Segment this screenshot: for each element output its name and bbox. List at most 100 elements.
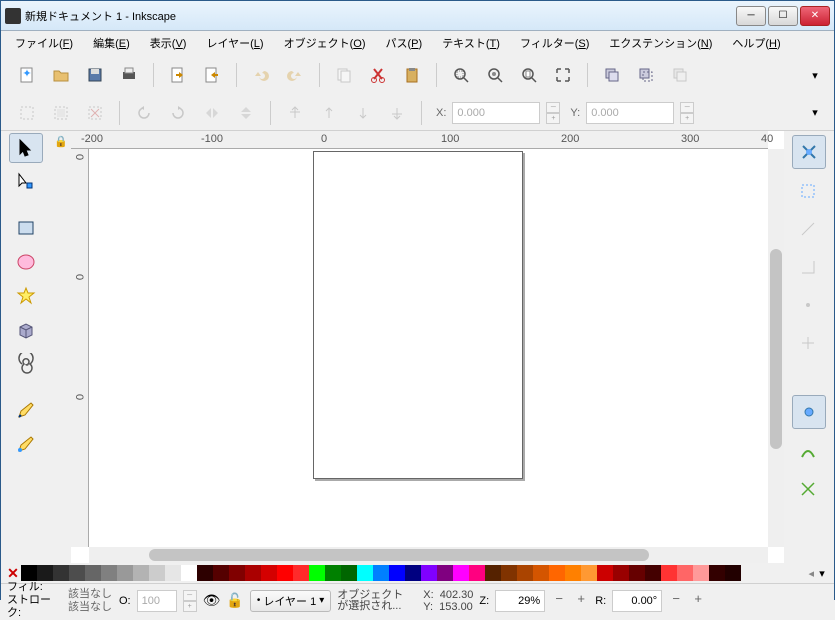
color-swatch[interactable] <box>341 565 357 581</box>
palette-menu[interactable]: ▾ <box>814 567 830 580</box>
menu-layer[interactable]: レイヤー(L) <box>198 32 271 54</box>
fill-stroke-values[interactable]: 該当なし該当なし <box>68 588 113 614</box>
rotate-dec-button[interactable]: − <box>668 591 684 611</box>
menu-file[interactable]: ファイル(F) <box>7 32 81 54</box>
rotate-ccw-button[interactable] <box>130 99 158 127</box>
color-swatch[interactable] <box>421 565 437 581</box>
cut-button[interactable] <box>364 61 392 89</box>
raise-top-button[interactable] <box>281 99 309 127</box>
menu-help[interactable]: ヘルプ(H) <box>724 32 788 54</box>
color-swatch[interactable] <box>469 565 485 581</box>
color-swatch[interactable] <box>85 565 101 581</box>
zoom-drawing-button[interactable] <box>481 61 509 89</box>
menu-object[interactable]: オブジェクト(O) <box>276 32 374 54</box>
paste-button[interactable] <box>398 61 426 89</box>
zoom-out-button[interactable]: − <box>551 591 567 611</box>
import-button[interactable] <box>164 61 192 89</box>
color-swatch[interactable] <box>101 565 117 581</box>
color-swatch[interactable] <box>517 565 533 581</box>
no-fill-swatch[interactable]: ✕ <box>5 565 21 581</box>
undo-button[interactable] <box>247 61 275 89</box>
color-swatch[interactable] <box>485 565 501 581</box>
color-swatch[interactable] <box>309 565 325 581</box>
color-swatch[interactable] <box>549 565 565 581</box>
color-swatch[interactable] <box>501 565 517 581</box>
color-swatch[interactable] <box>661 565 677 581</box>
rotation-input[interactable]: 0.00° <box>612 590 662 612</box>
color-swatch[interactable] <box>677 565 693 581</box>
y-spinner[interactable]: ─+ <box>680 102 694 124</box>
zoom-fit-button[interactable] <box>549 61 577 89</box>
opacity-input[interactable]: 100 <box>137 590 177 612</box>
menu-view[interactable]: 表示(V) <box>142 32 195 54</box>
raise-button[interactable] <box>315 99 343 127</box>
node-tool[interactable] <box>9 167 43 197</box>
3dbox-tool[interactable] <box>9 315 43 345</box>
duplicate-button[interactable] <box>598 61 626 89</box>
snap-bbox[interactable] <box>792 177 826 207</box>
spiral-tool[interactable] <box>9 349 43 379</box>
snap-edge[interactable] <box>792 215 826 245</box>
color-swatch[interactable] <box>117 565 133 581</box>
color-swatch[interactable] <box>645 565 661 581</box>
menu-extension[interactable]: エクステンション(N) <box>601 32 720 54</box>
rectangle-tool[interactable] <box>9 213 43 243</box>
canvas[interactable] <box>89 149 768 547</box>
color-swatch[interactable] <box>373 565 389 581</box>
color-swatch[interactable] <box>197 565 213 581</box>
snap-intersection[interactable] <box>792 475 826 505</box>
select-layers-button[interactable] <box>47 99 75 127</box>
color-swatch[interactable] <box>437 565 453 581</box>
color-swatch[interactable] <box>69 565 85 581</box>
zoom-page-button[interactable] <box>515 61 543 89</box>
redo-button[interactable] <box>281 61 309 89</box>
color-swatch[interactable] <box>693 565 709 581</box>
save-button[interactable] <box>81 61 109 89</box>
select-all-button[interactable] <box>13 99 41 127</box>
color-swatch[interactable] <box>229 565 245 581</box>
lower-button[interactable] <box>349 99 377 127</box>
snap-midpoint[interactable] <box>792 291 826 321</box>
color-swatch[interactable] <box>629 565 645 581</box>
snap-path[interactable] <box>792 437 826 467</box>
snap-node-toggle[interactable] <box>792 395 826 429</box>
menu-path[interactable]: パス(P) <box>378 32 431 54</box>
color-swatch[interactable] <box>325 565 341 581</box>
color-swatch[interactable] <box>277 565 293 581</box>
x-coord-input[interactable]: 0.000 <box>452 102 540 124</box>
selector-tool[interactable] <box>9 133 43 163</box>
color-swatch[interactable] <box>405 565 421 581</box>
color-swatch[interactable] <box>453 565 469 581</box>
flip-v-button[interactable] <box>232 99 260 127</box>
minimize-button[interactable]: ─ <box>736 6 766 26</box>
zoom-selection-button[interactable] <box>447 61 475 89</box>
zoom-input[interactable]: 29% <box>495 590 545 612</box>
x-spinner[interactable]: ─+ <box>546 102 560 124</box>
color-swatch[interactable] <box>293 565 309 581</box>
menu-edit[interactable]: 編集(E) <box>85 32 138 54</box>
color-swatch[interactable] <box>37 565 53 581</box>
star-tool[interactable] <box>9 281 43 311</box>
color-swatch[interactable] <box>709 565 725 581</box>
snap-toggle[interactable] <box>792 135 826 169</box>
color-swatch[interactable] <box>245 565 261 581</box>
color-swatch[interactable] <box>389 565 405 581</box>
color-swatch[interactable] <box>133 565 149 581</box>
horizontal-scrollbar[interactable] <box>89 547 768 563</box>
clone-button[interactable] <box>632 61 660 89</box>
rotate-inc-button[interactable]: + <box>690 591 706 611</box>
new-button[interactable]: ✦ <box>13 61 41 89</box>
menu-filter[interactable]: フィルター(S) <box>512 32 597 54</box>
color-swatch[interactable] <box>581 565 597 581</box>
rotate-cw-button[interactable] <box>164 99 192 127</box>
opacity-spinner[interactable]: ─+ <box>183 590 197 612</box>
color-swatch[interactable] <box>597 565 613 581</box>
visibility-icon[interactable]: 👁 <box>203 592 221 609</box>
toolbar-overflow[interactable]: ▾ <box>808 61 822 89</box>
color-swatch[interactable] <box>181 565 197 581</box>
color-swatch[interactable] <box>53 565 69 581</box>
export-button[interactable] <box>198 61 226 89</box>
horizontal-ruler[interactable]: -200 -100 0 100 200 300 40 <box>71 131 768 149</box>
color-swatch[interactable] <box>213 565 229 581</box>
color-swatch[interactable] <box>149 565 165 581</box>
